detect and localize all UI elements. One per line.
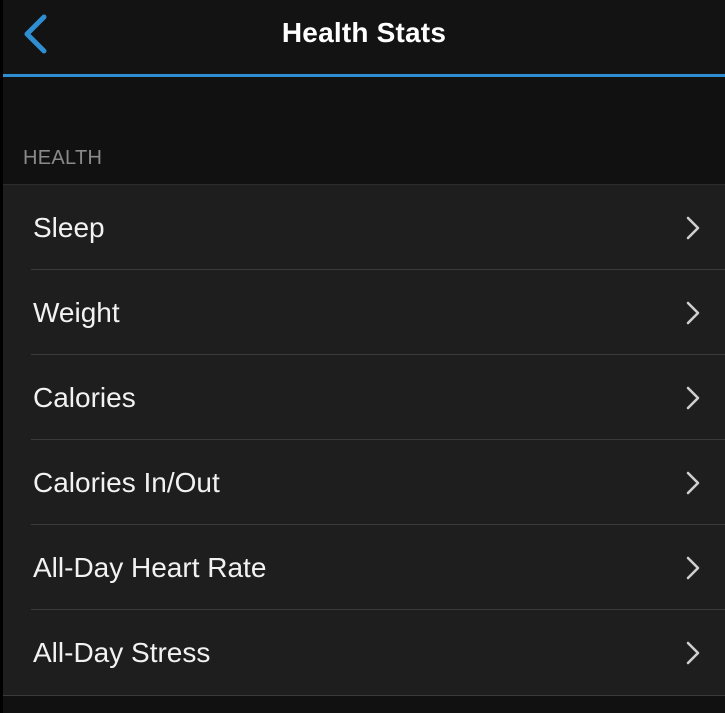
- section-header: HEALTH: [3, 77, 725, 184]
- chevron-right-icon: [686, 216, 700, 240]
- list-item-label: Calories: [33, 382, 136, 413]
- list-item-weight[interactable]: Weight: [3, 270, 725, 355]
- health-list: Sleep Weight Calories Calories In/Out Al…: [3, 184, 725, 696]
- list-item-label: Calories In/Out: [33, 467, 220, 498]
- list-item-label: Sleep: [33, 212, 105, 243]
- list-item-calories-in-out[interactable]: Calories In/Out: [3, 440, 725, 525]
- section-title: HEALTH: [23, 147, 103, 169]
- chevron-right-icon: [686, 301, 700, 325]
- content-area: HEALTH Sleep Weight Calories Calories In…: [3, 77, 725, 713]
- list-item-all-day-heart-rate[interactable]: All-Day Heart Rate: [3, 525, 725, 610]
- chevron-right-icon: [686, 641, 700, 665]
- navigation-bar: Health Stats: [3, 0, 725, 77]
- list-item-label: All-Day Stress: [33, 637, 211, 668]
- list-item-calories[interactable]: Calories: [3, 355, 725, 440]
- list-item-label: All-Day Heart Rate: [33, 552, 267, 583]
- page-title: Health Stats: [281, 17, 447, 48]
- list-item-all-day-stress[interactable]: All-Day Stress: [3, 610, 725, 695]
- chevron-right-icon: [686, 386, 700, 410]
- list-item-label: Weight: [33, 297, 120, 328]
- health-stats-screen: Health Stats HEALTH Sleep Weight Calorie…: [0, 0, 725, 713]
- list-item-sleep[interactable]: Sleep: [3, 185, 725, 270]
- chevron-right-icon: [686, 556, 700, 580]
- chevron-right-icon: [686, 471, 700, 495]
- footer-area: [3, 696, 725, 713]
